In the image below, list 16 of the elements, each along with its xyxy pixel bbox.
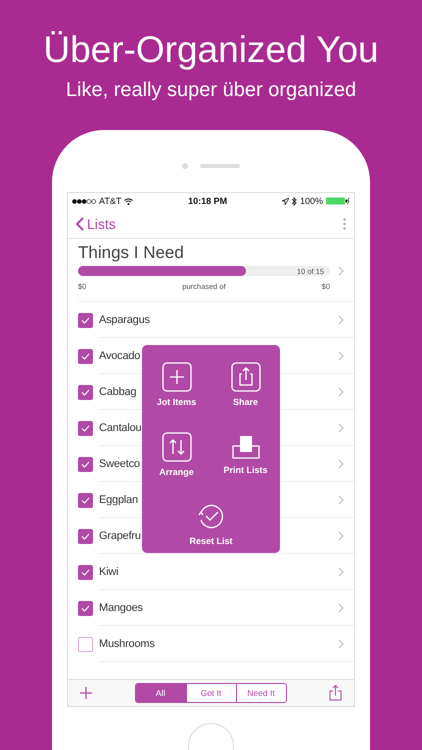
item-name: Avocado bbox=[99, 350, 140, 362]
item-name: Asparagus bbox=[99, 314, 150, 326]
battery-percent: 100% bbox=[300, 196, 323, 206]
item-name: Cabbag bbox=[99, 386, 136, 398]
carrier: AT&T bbox=[99, 196, 122, 206]
item-name: Cantalou bbox=[99, 422, 142, 434]
item-name: Mangoes bbox=[99, 602, 143, 614]
clock: 10:18 PM bbox=[188, 196, 228, 206]
item-name: Sweetco bbox=[99, 458, 140, 470]
list-title: Things I Need bbox=[78, 243, 185, 263]
headline: Über-Organized You bbox=[43, 29, 379, 71]
item-name: Grapefru bbox=[99, 530, 141, 542]
item-name: Kiwi bbox=[99, 566, 118, 578]
subtitle: Like, really super über organized bbox=[66, 78, 356, 102]
item-name: Mushrooms bbox=[99, 638, 155, 650]
item-name: Eggplan bbox=[99, 494, 138, 506]
